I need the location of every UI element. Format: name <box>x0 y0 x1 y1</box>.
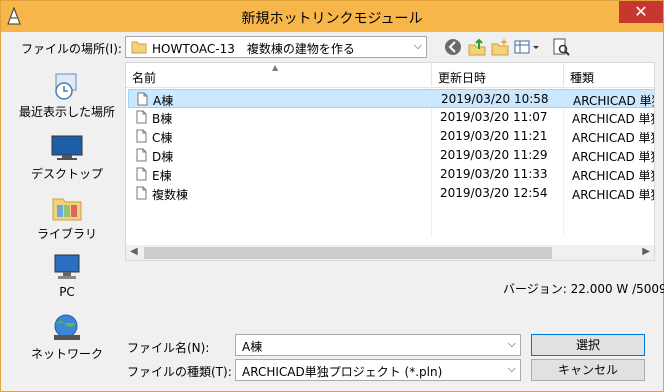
details-pane-icon[interactable] <box>551 37 571 57</box>
file-date: 2019/03/20 11:21 <box>440 129 548 143</box>
file-row[interactable]: C棟 2019/03/20 11:21 ARCHICAD 単独 <box>128 127 655 146</box>
document-icon <box>136 186 147 200</box>
file-date: 2019/03/20 11:29 <box>440 148 548 162</box>
place-desktop[interactable]: デスクトップ <box>11 133 123 182</box>
file-date: 2019/03/20 12:54 <box>440 186 548 200</box>
file-name: A棟 <box>153 94 174 108</box>
file-list[interactable]: ▲ 名前 更新日時 種類 A棟 2019/03/20 10:58 ARCHICAD … <box>125 62 655 261</box>
select-button[interactable]: 選択 <box>531 334 645 356</box>
file-name: B棟 <box>152 112 173 126</box>
place-libraries-label: ライブラリ <box>36 227 97 241</box>
chevron-down-icon: ⌵ <box>413 39 422 52</box>
column-header-type[interactable]: 種類 <box>570 69 594 86</box>
place-pc-label: PC <box>59 285 75 299</box>
file-row[interactable]: D棟 2019/03/20 11:29 ARCHICAD 単独 <box>128 146 655 165</box>
network-icon <box>54 314 80 340</box>
place-network-label: ネットワーク <box>30 347 103 361</box>
file-name: E棟 <box>152 169 172 183</box>
file-name-label: ファイル名(N): <box>127 341 210 355</box>
file-type: ARCHICAD 単独 <box>572 169 655 183</box>
file-type-label: ファイルの種類(T): <box>127 365 232 379</box>
list-header: ▲ 名前 更新日時 種類 <box>126 63 654 88</box>
file-type: ARCHICAD 単独 <box>572 131 655 145</box>
look-in-label: ファイルの場所(I): <box>21 42 122 56</box>
column-divider[interactable] <box>431 63 432 87</box>
libraries-icon <box>52 198 82 221</box>
scroll-right-icon[interactable]: ▶ <box>642 246 650 257</box>
document-icon <box>136 167 147 181</box>
chevron-down-icon[interactable]: ⌵ <box>508 337 516 351</box>
document-icon <box>136 148 147 162</box>
file-name-input[interactable]: A棟 ⌵ <box>235 334 521 356</box>
column-divider[interactable] <box>563 63 564 87</box>
back-icon[interactable] <box>443 37 463 57</box>
close-button[interactable]: ✕ <box>619 1 663 23</box>
title-bar[interactable]: 新規ホットリンクモジュール ✕ <box>1 1 663 32</box>
file-date: 2019/03/20 10:58 <box>441 92 549 106</box>
place-pc[interactable]: PC <box>11 253 123 299</box>
window-title: 新規ホットリンクモジュール <box>241 11 423 27</box>
look-in-value: HOWTOAC-13 複数棟の建物を作る <box>152 42 355 56</box>
column-header-date[interactable]: 更新日時 <box>438 69 486 86</box>
up-folder-icon[interactable] <box>467 37 487 57</box>
desktop-icon <box>51 135 83 160</box>
file-type: ARCHICAD 単独 <box>572 150 655 164</box>
file-name: C棟 <box>152 131 173 145</box>
view-menu-icon[interactable] <box>513 37 541 57</box>
file-type: ARCHICAD 単独 <box>572 188 655 202</box>
file-type: ARCHICAD 単独 <box>573 94 655 108</box>
file-type: ARCHICAD 単独 <box>572 112 655 126</box>
look-in-dropdown[interactable]: HOWTOAC-13 複数棟の建物を作る ⌵ <box>125 36 427 58</box>
place-network[interactable]: ネットワーク <box>11 313 123 362</box>
file-name-value: A棟 <box>242 340 263 354</box>
horizontal-scrollbar[interactable]: ◀ ▶ <box>126 245 654 260</box>
cancel-button[interactable]: キャンセル <box>531 359 645 381</box>
file-row[interactable]: E棟 2019/03/20 11:33 ARCHICAD 単独 <box>128 165 655 184</box>
chevron-down-icon[interactable]: ⌵ <box>508 362 516 376</box>
place-recent-label: 最近表示した場所 <box>18 105 115 119</box>
column-header-name[interactable]: 名前 <box>132 69 156 86</box>
new-folder-icon[interactable] <box>490 37 510 57</box>
file-name: 複数棟 <box>152 188 189 202</box>
version-label: バージョン: 22.000 W /5009 <box>503 282 664 296</box>
file-row[interactable]: 複数棟 2019/03/20 12:54 ARCHICAD 単独 <box>128 184 655 203</box>
file-name: D棟 <box>152 150 174 164</box>
file-type-value: ARCHICAD単独プロジェクト (*.pln) <box>242 365 443 379</box>
file-row[interactable]: A棟 2019/03/20 10:58 ARCHICAD 単独 <box>128 89 655 108</box>
dialog-window: 新規ホットリンクモジュール ✕ ファイルの場所(I): HOWTOAC-13 複… <box>0 0 664 392</box>
recent-places-icon <box>55 73 77 100</box>
pc-icon <box>54 254 80 279</box>
folder-icon <box>131 41 147 54</box>
scroll-left-icon[interactable]: ◀ <box>130 246 138 257</box>
places-bar: 最近表示した場所 デスクトップ ライブラリ PC ネットワーク <box>11 61 123 371</box>
scroll-thumb[interactable] <box>144 247 552 259</box>
document-icon <box>136 110 147 124</box>
place-recent[interactable]: 最近表示した場所 <box>11 71 123 120</box>
place-desktop-label: デスクトップ <box>30 167 103 181</box>
place-libraries[interactable]: ライブラリ <box>11 193 123 242</box>
file-date: 2019/03/20 11:33 <box>440 167 548 181</box>
file-row[interactable]: B棟 2019/03/20 11:07 ARCHICAD 単独 <box>128 108 655 127</box>
document-icon <box>136 129 147 143</box>
document-icon <box>137 92 148 106</box>
file-type-dropdown[interactable]: ARCHICAD単独プロジェクト (*.pln) ⌵ <box>235 359 521 381</box>
file-date: 2019/03/20 11:07 <box>440 110 548 124</box>
sort-ascending-icon: ▲ <box>272 63 279 72</box>
